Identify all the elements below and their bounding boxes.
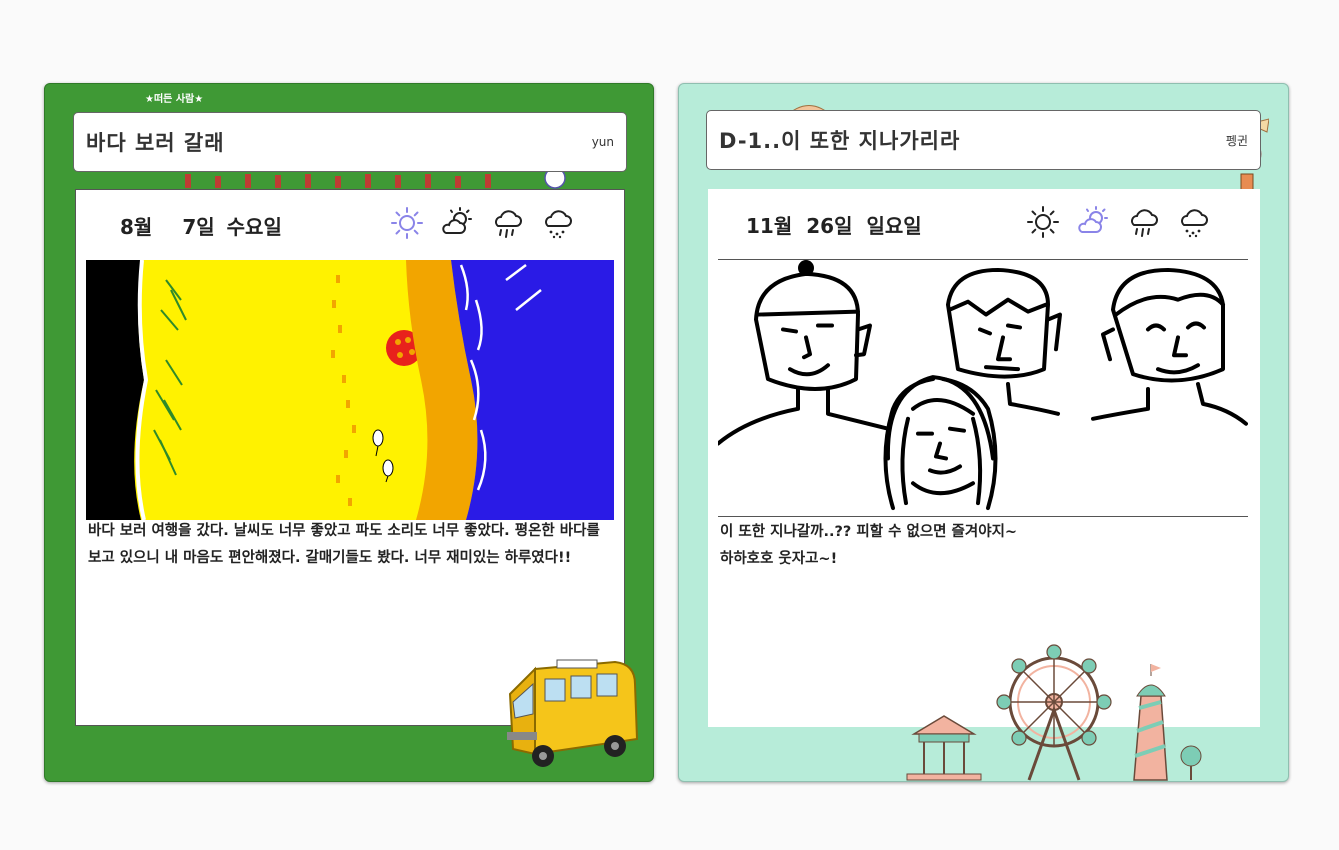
- date-day: 7일: [182, 214, 215, 239]
- title-bar[interactable]: 바다 보러 갈래 yun: [73, 112, 627, 172]
- sunny-icon[interactable]: [1026, 205, 1060, 239]
- diary-body-line-2: 하하호호 웃자고~!: [720, 551, 838, 567]
- title-bar[interactable]: D-1..이 또한 지나가리라 펭귄: [706, 110, 1261, 170]
- snow-icon[interactable]: [540, 206, 574, 240]
- rain-icon[interactable]: [1126, 205, 1160, 239]
- date-day: 26일: [806, 213, 853, 238]
- diary-title: 바다 보러 갈래: [86, 131, 225, 155]
- date-weekday: 일요일: [866, 213, 922, 238]
- author-name: 펭귄: [1225, 133, 1248, 148]
- date-weekday: 수요일: [226, 214, 282, 239]
- partly-cloudy-icon[interactable]: [440, 206, 474, 240]
- sunny-icon[interactable]: [390, 206, 424, 240]
- group-label: ★떠든 사람★: [145, 94, 204, 105]
- diary-card-1[interactable]: ★떠든 사람★ 바다 보러 갈래 yun 8월 7일 수요일 바다 보러 여행을…: [44, 83, 654, 782]
- date-month: 8월: [120, 214, 153, 239]
- weather-selector: [390, 206, 574, 240]
- partly-cloudy-icon[interactable]: [1076, 205, 1110, 239]
- school-bus-illustration: [507, 659, 639, 767]
- amusement-park-illustration: [906, 644, 1202, 781]
- diary-body-line-1: 이 또한 지나갈까..?? 피할 수 없으면 즐겨야지~: [720, 524, 1018, 540]
- diary-page: 8월 7일 수요일 바다 보러 여행을 갔다. 날씨도 너무 좋았고 파도 소리…: [75, 189, 625, 726]
- weather-selector: [1026, 205, 1210, 239]
- beach-drawing: [86, 260, 614, 520]
- family-drawing: [718, 259, 1248, 517]
- date-month: 11월: [746, 213, 793, 238]
- rain-icon[interactable]: [490, 206, 524, 240]
- diary-card-2[interactable]: D-1..이 또한 지나가리라 펭귄 11월 26일 일요일 이 또한 지나갈까…: [678, 83, 1289, 782]
- diary-title: D-1..이 또한 지나가리라: [719, 129, 961, 153]
- diary-body: 바다 보러 여행을 갔다. 날씨도 너무 좋았고 파도 소리도 너무 좋았다. …: [88, 523, 600, 566]
- snow-icon[interactable]: [1176, 205, 1210, 239]
- author-name: yun: [591, 135, 614, 149]
- diary-body: 이 또한 지나갈까..?? 피할 수 없으면 즐겨야지~ 하하호호 웃자고~!: [720, 519, 1250, 573]
